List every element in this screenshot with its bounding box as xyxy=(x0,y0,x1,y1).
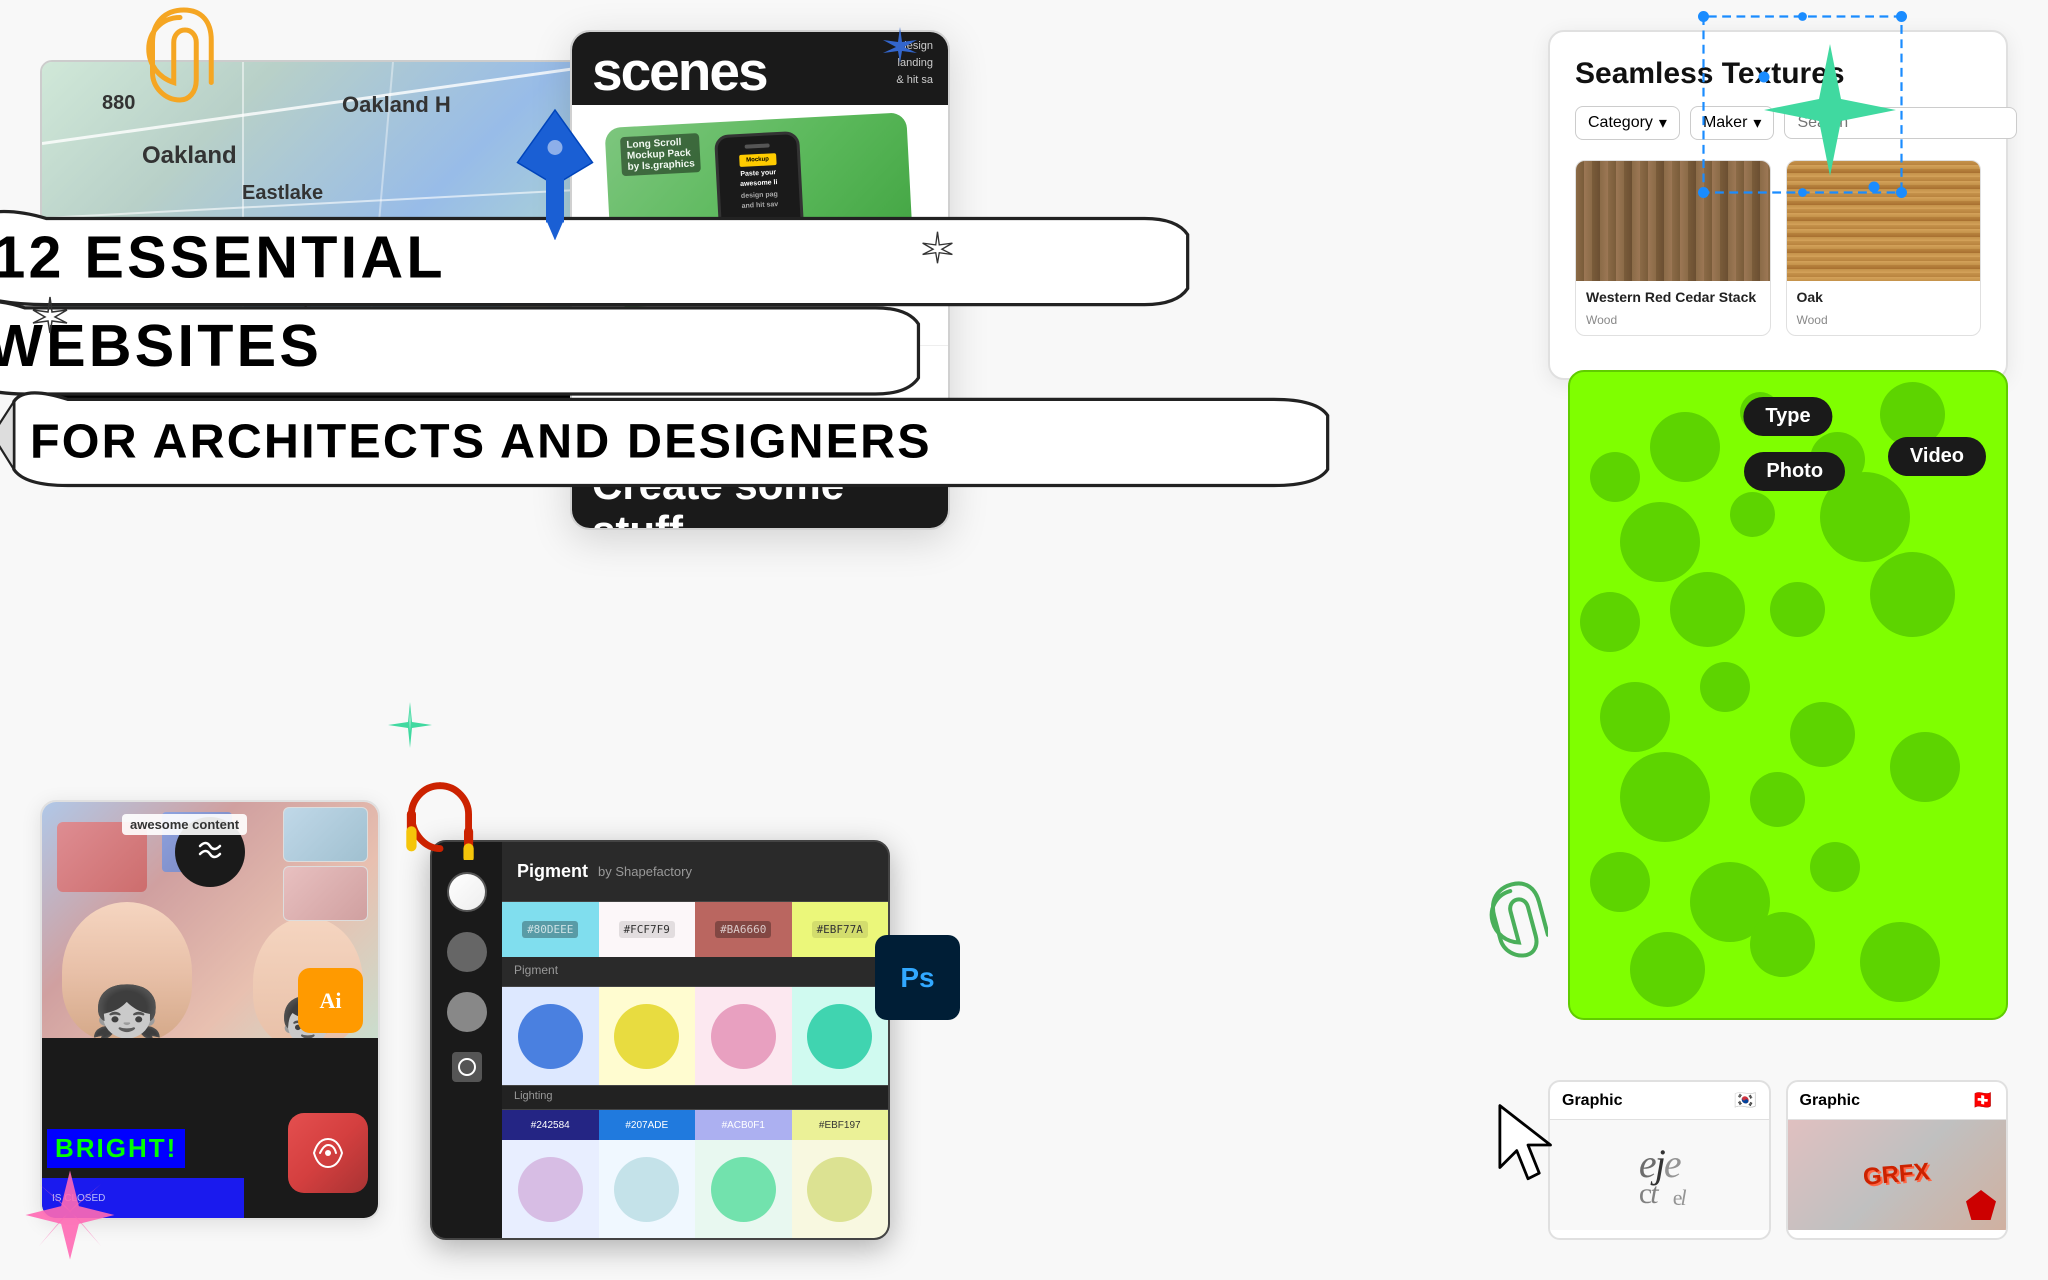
pigment-sidebar xyxy=(432,842,502,1238)
blob-tag-type: Type xyxy=(1743,397,1832,436)
graphic-label-ch: Graphic xyxy=(1800,1092,1860,1110)
scenes-card: designlanding& hit sa scenes Mockup Past… xyxy=(570,30,950,530)
scenes-header-text: scenes xyxy=(592,47,928,97)
cursor-deco xyxy=(1488,1100,1568,1190)
color-swatch-4[interactable]: #EBF77A xyxy=(792,902,889,957)
corner-deco-top-right xyxy=(1698,10,1918,210)
flag-ch: 🇨🇭 xyxy=(1972,1090,1994,1111)
circle-cell-3[interactable] xyxy=(695,987,792,1085)
graphic-card-ch[interactable]: Graphic 🇨🇭 GRFX xyxy=(1786,1080,2009,1240)
blob-tag-photo: Photo xyxy=(1744,452,1845,491)
pigment-circles-grid: Pigment Lighting #242584 #207ADE #ACB0F1… xyxy=(502,957,888,1238)
blob-tag-video: Video xyxy=(1888,437,1986,476)
paperclip-deco-top xyxy=(140,5,220,105)
mosaic-card: 👧 👦 BRIGHt! IS CLOSED Ai xyxy=(40,800,380,1220)
color-hex-2[interactable]: #207ADE xyxy=(599,1110,696,1140)
star-deco-small-left xyxy=(30,295,70,335)
graphic-cards-area: Graphic 🇰🇷 eje ct el Graphic 🇨🇭 GRFX xyxy=(1548,1080,2008,1240)
category-dropdown[interactable]: Category ▾ xyxy=(1575,106,1680,140)
pigment-logo-area: Pigment by Shapefactory xyxy=(502,842,888,902)
color-hex-4[interactable]: #EBF197 xyxy=(792,1110,889,1140)
map-label-eas: Eas xyxy=(72,312,111,338)
color-swatch-3[interactable]: #BA6660 xyxy=(695,902,792,957)
filter-btn-display[interactable]: Display XDR xyxy=(771,356,911,391)
content-icon xyxy=(192,834,228,870)
pigment-subtitle: by Shapefactory xyxy=(598,864,692,879)
circle-cell-6[interactable] xyxy=(599,1140,696,1238)
texture-cedar-name: Western Red Cedar Stack xyxy=(1576,281,1770,313)
texture-oak-type: Wood xyxy=(1787,313,1981,335)
graphic-card-kr[interactable]: Graphic 🇰🇷 eje ct el xyxy=(1548,1080,1771,1240)
graphic-label-kr: Graphic xyxy=(1562,1092,1622,1110)
texture-cedar-type: Wood xyxy=(1576,313,1770,335)
color-hex-1[interactable]: #242584 xyxy=(502,1110,599,1140)
filter-btn-ipad[interactable]: iPad xyxy=(689,356,763,391)
scenes-small-text: Your design will be wrapped... xyxy=(687,308,833,320)
texture-oak-name: Oak xyxy=(1787,281,1981,313)
filter-btn-iphone[interactable]: iPhone xyxy=(587,356,681,391)
pigment-colors-top: #80DEEE #FCF7F9 #BA6660 #EBF77A xyxy=(502,902,888,957)
map-label-oakland-h: Oakland H xyxy=(342,92,451,118)
blobs-card: Type Photo Video xyxy=(1568,370,2008,1020)
filter-btn-browser[interactable]: Browser xyxy=(587,399,691,434)
paperclip-deco-bottom xyxy=(1488,880,1548,960)
circle-cell-5[interactable] xyxy=(502,1140,599,1238)
color-swatch-1[interactable]: #80DEEE xyxy=(502,902,599,957)
scenes-create-text: Create some stuff xyxy=(592,462,928,531)
pink-star-deco xyxy=(10,1165,130,1265)
awesome-content-label: awesome content xyxy=(122,814,247,835)
pigment-card: Pigment by Shapefactory #80DEEE #FCF7F9 … xyxy=(430,840,890,1240)
circle-cell-1[interactable] xyxy=(502,987,599,1085)
flag-kr: 🇰🇷 xyxy=(1734,1090,1756,1111)
pigment-logo: Pigment xyxy=(517,861,588,882)
color-swatch-2[interactable]: #FCF7F9 xyxy=(599,902,696,957)
color-hex-3[interactable]: #ACB0F1 xyxy=(695,1110,792,1140)
star-deco-top-right xyxy=(880,25,920,65)
map-label-880: 880 xyxy=(102,92,135,115)
map-label-oakland: Oakland xyxy=(142,142,237,170)
circle-cell-2[interactable] xyxy=(599,987,696,1085)
spectrum-icon xyxy=(288,1113,368,1193)
ai-icon: Ai xyxy=(298,968,363,1033)
pigment-section-label: Pigment xyxy=(502,957,888,987)
star-deco-center xyxy=(920,230,955,265)
bright-label: BRIGHt! xyxy=(47,1129,185,1168)
lighting-section-label: Lighting xyxy=(502,1085,888,1110)
green-sparkle-deco xyxy=(385,700,435,750)
circle-cell-4[interactable] xyxy=(792,987,889,1085)
map-label-eastlake: Eastlake xyxy=(242,182,323,205)
pen-tool-deco xyxy=(510,100,600,240)
circle-cell-7[interactable] xyxy=(695,1140,792,1238)
magnet-deco xyxy=(405,780,475,860)
circle-cell-8[interactable] xyxy=(792,1140,889,1238)
photoshop-icon: Ps xyxy=(875,935,960,1020)
